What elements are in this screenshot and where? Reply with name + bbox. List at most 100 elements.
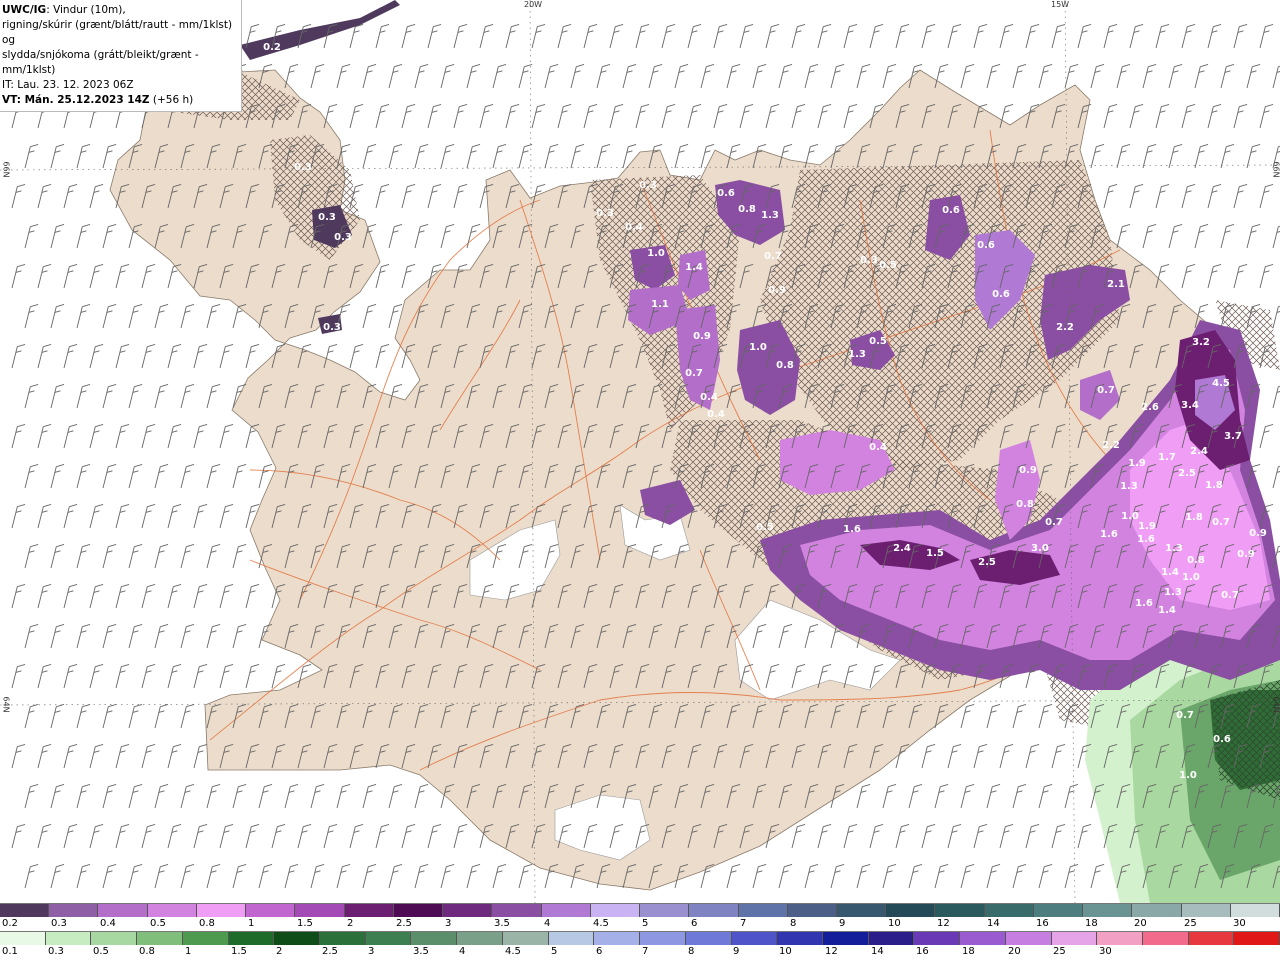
rain-legend-swatch [868, 932, 915, 945]
precip-value-label: 0.4 [700, 392, 718, 403]
rain-legend-swatch [1097, 932, 1143, 945]
snow-legend-label: 0.2 [2, 918, 18, 929]
rain-legend-label: 12 [825, 946, 838, 957]
rain-legend-swatch [960, 932, 1006, 945]
rain-legend-swatch [274, 932, 321, 945]
precip-value-label: 0.3 [639, 180, 657, 191]
snow-description: slydda/snjókoma (grátt/bleikt/grænt - mm… [2, 49, 199, 76]
snow-legend-labels: 0.2 0.3 0.4 0.5 0.8 1 1.5 2 2.5 3 3.5 4 4.5 5 6 7 8 9 10 12… [0, 917, 1280, 932]
snow-legend-swatch [935, 904, 985, 917]
precip-value-label: 0.9 [1237, 549, 1255, 560]
precip-value-label: 3.2 [1192, 337, 1210, 348]
rain-legend-label: 5 [551, 946, 558, 957]
precip-value-label: 0.8 [738, 204, 756, 215]
rain-legend-swatch [91, 932, 138, 945]
valid-time: VT: Mán. 25.12.2023 14Z [2, 94, 150, 106]
grid-label-15w: 15W [1051, 0, 1070, 9]
precip-value-label: 0.7 [1045, 517, 1063, 528]
precip-value-label: 0.6 [717, 188, 735, 199]
precip-value-label: 3.4 [1181, 400, 1199, 411]
snow-legend-swatch [49, 904, 99, 917]
precip-value-label: 0.3 [860, 255, 878, 266]
snow-legend-label: 3.5 [494, 918, 510, 929]
snow-legend-label: 9 [839, 918, 846, 929]
rain-legend-label: 30 [1099, 946, 1112, 957]
snow-legend-label: 14 [987, 918, 1000, 929]
rain-legend-swatch [137, 932, 183, 945]
rain-legend-label: 16 [916, 946, 929, 957]
rain-legend-swatch [685, 932, 732, 945]
precip-value-label: 2.1 [1107, 279, 1125, 290]
snow-legend-label: 20 [1134, 918, 1147, 929]
rain-description: rigning/skúrir (grænt/blátt/rautt - mm/1… [2, 19, 233, 46]
rain-legend-label: 3.5 [413, 946, 429, 957]
precip-value-label: 1.9 [1128, 458, 1146, 469]
precip-value-label: 0.7 [1097, 385, 1115, 396]
snow-legend-label: 4.5 [593, 918, 609, 929]
model-name: UWC/IG [2, 4, 47, 16]
precip-value-label: 0.3 [334, 232, 352, 243]
snow-legend-swatch [886, 904, 936, 917]
precip-value-label: 0.7 [1221, 590, 1239, 601]
snow-legend-swatch [1033, 904, 1084, 917]
snow-legend-label: 4 [544, 918, 551, 929]
precip-value-label: 0.7 [685, 368, 703, 379]
precip-value-label: 0.9 [768, 285, 786, 296]
rain-legend-label: 0.5 [93, 946, 109, 957]
precip-value-label: 1.5 [926, 548, 944, 559]
rain-legend-swatch [548, 932, 595, 945]
snow-legend-label: 1 [248, 918, 255, 929]
precip-value-label: 2.5 [978, 557, 996, 568]
precip-value-label: 1.3 [761, 210, 779, 221]
precip-value-label: 2.5 [1178, 468, 1196, 479]
grid-label-66n-right: 66N [1271, 161, 1280, 178]
snow-legend-label: 18 [1085, 918, 1098, 929]
lead-time: (+56 h) [152, 94, 194, 106]
rain-legend-label: 3 [368, 946, 375, 957]
precip-value-label: 0.8 [1187, 555, 1205, 566]
snow-legend-swatch [344, 904, 394, 917]
precip-value-label: 0.7 [764, 251, 782, 262]
snow-legend-label: 30 [1233, 918, 1246, 929]
snow-legend-label: 8 [790, 918, 797, 929]
weather-map: 0.30.30.20.30.30.30.30.30.30.41.01.41.10… [0, 0, 1280, 903]
rain-legend-swatch [1142, 932, 1189, 945]
snow-legend-swatch [738, 904, 788, 917]
rain-legend-swatch [1234, 932, 1280, 945]
precip-value-label: 0.7 [1176, 710, 1194, 721]
snow-color-legend: 0.2 0.3 0.4 0.5 0.8 1 1.5 2 2.5 3 3.5 4 4.5 5 6 7 8 9 10 12… [0, 903, 1280, 932]
snow-legend-swatch [246, 904, 296, 917]
precip-value-label: 1.9 [1138, 521, 1156, 532]
grid-label-66n-left: 66N [1, 161, 11, 178]
precip-value-label: 0.3 [318, 212, 336, 223]
snow-legend-label: 7 [740, 918, 747, 929]
rain-legend-swatch [182, 932, 229, 945]
snow-legend-swatch [393, 904, 444, 917]
snow-legend-swatch [541, 904, 591, 917]
precip-value-label: 0.6 [992, 289, 1010, 300]
rain-legend-swatch [640, 932, 686, 945]
rain-legend-swatch [0, 932, 46, 945]
rain-legend-swatch [320, 932, 366, 945]
rain-legend-label: 2 [276, 946, 283, 957]
snow-legend-label: 2 [347, 918, 354, 929]
snow-legend-label: 0.8 [199, 918, 215, 929]
rain-legend-label: 1 [185, 946, 192, 957]
grid-label-64n-left: 64N [1, 696, 11, 713]
precip-value-label: 1.6 [1137, 534, 1155, 545]
precip-value-label: 1.3 [1165, 543, 1183, 554]
rain-legend-swatch [1051, 932, 1098, 945]
snow-legend-swatch [492, 904, 542, 917]
precip-value-label: 1.0 [749, 342, 767, 353]
precip-value-label: 0.9 [693, 331, 711, 342]
precip-value-label: 0.3 [596, 208, 614, 219]
snow-legend-label: 16 [1036, 918, 1049, 929]
grid-label-20w: 20W [524, 0, 543, 9]
rain-legend-label: 7 [642, 946, 649, 957]
rain-legend-bar [0, 931, 1280, 945]
precip-value-label: 1.8 [1205, 480, 1223, 491]
rain-legend-label: 0.8 [139, 946, 155, 957]
precip-value-label: 0.2 [263, 42, 281, 53]
snow-legend-swatch [0, 904, 50, 917]
precip-value-label: 0.9 [1019, 465, 1037, 476]
